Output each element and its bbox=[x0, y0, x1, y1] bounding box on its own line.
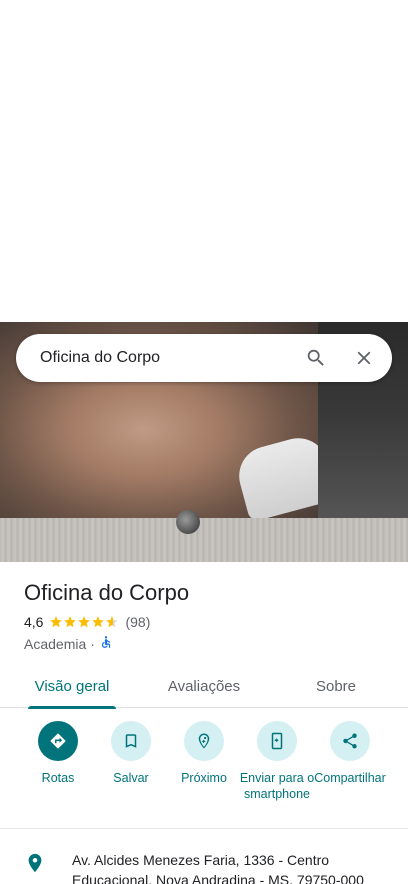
place-title: Oficina do Corpo bbox=[24, 580, 190, 605]
photo-wall-region bbox=[0, 518, 408, 562]
rating-value: 4,6 bbox=[24, 614, 44, 630]
share-button[interactable]: Compartilhar bbox=[312, 721, 388, 786]
address-row[interactable]: Av. Alcides Menezes Faria, 1336 - Centro… bbox=[0, 850, 408, 884]
send-to-phone-icon bbox=[257, 721, 297, 761]
close-icon[interactable] bbox=[340, 334, 388, 382]
separator-dot: · bbox=[90, 635, 95, 652]
search-icon[interactable] bbox=[292, 334, 340, 382]
star-icon bbox=[64, 616, 77, 628]
review-count: (98) bbox=[125, 614, 151, 630]
nearby-button[interactable]: Próximo bbox=[166, 721, 242, 786]
save-label: Salvar bbox=[113, 771, 149, 785]
search-input[interactable]: Oficina do Corpo bbox=[40, 349, 292, 367]
action-row: Rotas Salvar Próximo Enviar para o smart… bbox=[0, 721, 408, 821]
photo-mirror-knob bbox=[176, 510, 200, 534]
share-label: Compartilhar bbox=[314, 771, 386, 785]
address-text: Av. Alcides Menezes Faria, 1336 - Centro… bbox=[72, 852, 364, 884]
send-to-phone-label: Enviar para o smartphone bbox=[239, 771, 315, 801]
star-rating bbox=[49, 615, 119, 629]
nearby-icon bbox=[184, 721, 224, 761]
save-button[interactable]: Salvar bbox=[93, 721, 169, 786]
location-pin-icon bbox=[24, 852, 46, 874]
wheelchair-icon bbox=[99, 635, 113, 652]
bookmark-icon bbox=[111, 721, 151, 761]
nearby-label: Próximo bbox=[181, 771, 227, 785]
star-icon bbox=[78, 616, 91, 628]
map-blank-area bbox=[0, 0, 408, 322]
category-row: Academia · bbox=[24, 635, 113, 652]
search-bar[interactable]: Oficina do Corpo bbox=[16, 334, 392, 382]
star-icon bbox=[50, 616, 63, 628]
category-label: Academia bbox=[24, 635, 87, 652]
directions-label: Rotas bbox=[41, 771, 75, 785]
tab-overview[interactable]: Visão geral bbox=[24, 664, 120, 709]
tab-about[interactable]: Sobre bbox=[296, 664, 376, 708]
section-divider bbox=[0, 828, 408, 829]
star-icon bbox=[106, 616, 119, 628]
directions-button[interactable]: Rotas bbox=[20, 721, 96, 786]
star-icon bbox=[92, 616, 105, 628]
share-icon bbox=[330, 721, 370, 761]
directions-icon bbox=[38, 721, 78, 761]
send-to-phone-button[interactable]: Enviar para o smartphone bbox=[239, 721, 315, 802]
tab-bar: Visão geral Avaliações Sobre bbox=[0, 664, 408, 709]
tab-reviews[interactable]: Avaliações bbox=[156, 664, 252, 708]
rating-row[interactable]: 4,6 (98) bbox=[24, 614, 150, 630]
